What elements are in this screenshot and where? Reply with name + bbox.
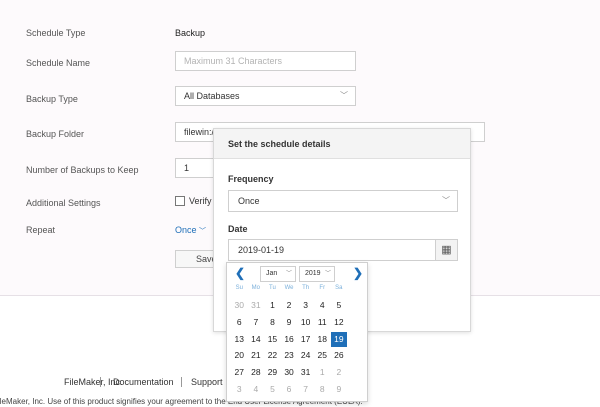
calendar-day[interactable]: 10 <box>297 315 314 330</box>
chevron-down-icon: ﹀ <box>324 271 331 277</box>
year-select[interactable]: 2019 ﹀ <box>299 266 335 282</box>
calendar-day[interactable]: 4 <box>248 382 265 397</box>
calendar-day[interactable]: 23 <box>281 348 298 363</box>
chevron-down-icon: ﹀ <box>199 228 207 235</box>
date-value: 2019-01-19 <box>238 245 285 255</box>
calendar-day[interactable]: 14 <box>248 332 265 347</box>
date-label: Date <box>228 224 248 234</box>
backups-to-keep-value: 1 <box>184 163 190 173</box>
weekday-header: Th <box>302 285 310 291</box>
calendar-day[interactable]: 12 <box>331 315 348 330</box>
backup-type-label: Backup Type <box>26 94 78 104</box>
calendar-day[interactable]: 17 <box>297 332 314 347</box>
calendar-day[interactable]: 13 <box>231 332 248 347</box>
next-month-icon[interactable]: ❯ <box>353 266 363 280</box>
additional-settings-label: Additional Settings <box>26 198 101 208</box>
save-button[interactable]: Save <box>175 250 217 268</box>
calendar-day[interactable]: 8 <box>264 315 281 330</box>
calendar-day[interactable]: 22 <box>264 348 281 363</box>
calendar-day[interactable]: 1 <box>264 298 281 313</box>
repeat-dropdown[interactable]: Once ﹀ <box>175 225 206 236</box>
calendar-day[interactable]: 8 <box>314 382 331 397</box>
verify-checkbox[interactable] <box>175 196 185 206</box>
calendar-day[interactable]: 15 <box>264 332 281 347</box>
frequency-label: Frequency <box>228 174 274 184</box>
repeat-value: Once <box>175 225 197 235</box>
calendar-day[interactable]: 9 <box>281 315 298 330</box>
calendar-day[interactable]: 6 <box>281 382 298 397</box>
weekday-header: Fr <box>319 285 326 291</box>
weekday-header: We <box>284 285 294 291</box>
schedule-name-label: Schedule Name <box>26 58 91 68</box>
calendar-day[interactable]: 27 <box>231 365 248 380</box>
frequency-value: Once <box>238 196 260 206</box>
calendar-day[interactable]: 3 <box>297 298 314 313</box>
schedule-name-placeholder: Maximum 31 Characters <box>184 56 283 66</box>
calendar-day[interactable]: 20 <box>231 348 248 363</box>
chevron-down-icon: ﹀ <box>340 91 348 100</box>
calendar-day[interactable]: 5 <box>331 298 348 313</box>
footer-divider <box>181 377 182 387</box>
calendar-day[interactable]: 2 <box>331 365 348 380</box>
year-value: 2019 <box>305 270 321 277</box>
calendar-day[interactable]: 11 <box>314 315 331 330</box>
frequency-select[interactable]: Once ﹀ <box>228 190 458 212</box>
calendar-day-selected[interactable]: 19 <box>330 331 348 347</box>
footer-link-documentation[interactable]: Documentation <box>113 377 174 387</box>
calendar-icon[interactable]: ▦ <box>435 240 457 260</box>
calendar-day[interactable]: 31 <box>297 365 314 380</box>
chevron-down-icon: ﹀ <box>442 196 450 205</box>
backup-type-select[interactable]: All Databases ﹀ <box>175 86 356 106</box>
calendar-day[interactable]: 4 <box>314 298 331 313</box>
calendar-day[interactable]: 24 <box>297 348 314 363</box>
calendar-day[interactable]: 9 <box>331 382 348 397</box>
chevron-down-icon: ﹀ <box>285 271 292 277</box>
calendar-day[interactable]: 16 <box>281 332 298 347</box>
calendar-day[interactable]: 29 <box>264 365 281 380</box>
backups-to-keep-label: Number of Backups to Keep <box>26 165 139 175</box>
calendar-day[interactable]: 31 <box>248 298 265 313</box>
footer-divider <box>100 377 101 387</box>
month-value: Jan <box>266 270 278 277</box>
calendar-day[interactable]: 6 <box>231 315 248 330</box>
calendar-day[interactable]: 1 <box>314 365 331 380</box>
calendar-day[interactable]: 18 <box>314 332 331 347</box>
popover-title: Set the schedule details <box>214 129 470 159</box>
repeat-label: Repeat <box>26 225 56 235</box>
backup-type-value: All Databases <box>184 91 240 101</box>
calendar-day[interactable]: 21 <box>248 348 265 363</box>
calendar-day[interactable]: 30 <box>281 365 298 380</box>
verify-checkbox-label: Verify <box>189 196 212 206</box>
schedule-type-value: Backup <box>175 28 206 38</box>
weekday-header: Sa <box>335 285 343 291</box>
calendar-day[interactable]: 26 <box>331 348 348 363</box>
calendar-day[interactable]: 28 <box>248 365 265 380</box>
prev-month-icon[interactable]: ❮ <box>235 266 245 280</box>
calendar-day[interactable]: 30 <box>231 298 248 313</box>
weekday-header: Tu <box>269 285 276 291</box>
schedule-type-label: Schedule Type <box>26 28 86 38</box>
weekday-header: Su <box>235 285 243 291</box>
schedule-name-input[interactable]: Maximum 31 Characters <box>175 51 356 71</box>
footer-link-support[interactable]: Support <box>191 377 223 387</box>
month-select[interactable]: Jan ﹀ <box>260 266 296 282</box>
calendar-day[interactable]: 7 <box>248 315 265 330</box>
calendar-day[interactable]: 7 <box>297 382 314 397</box>
backup-folder-label: Backup Folder <box>26 129 85 139</box>
weekday-header: Mo <box>251 285 261 291</box>
calendar-day[interactable]: 3 <box>231 382 248 397</box>
backups-to-keep-input[interactable]: 1 <box>175 158 215 178</box>
date-input[interactable]: 2019-01-19 ▦ <box>228 239 458 261</box>
date-picker: ❮ Jan ﹀ 2019 ﹀ ❯ Su Mo Tu We Th Fr Sa 30 31 1 2 3 4 5… <box>226 262 368 402</box>
calendar-day[interactable]: 2 <box>281 298 298 313</box>
calendar-day[interactable]: 25 <box>314 348 331 363</box>
calendar-day[interactable]: 5 <box>264 382 281 397</box>
